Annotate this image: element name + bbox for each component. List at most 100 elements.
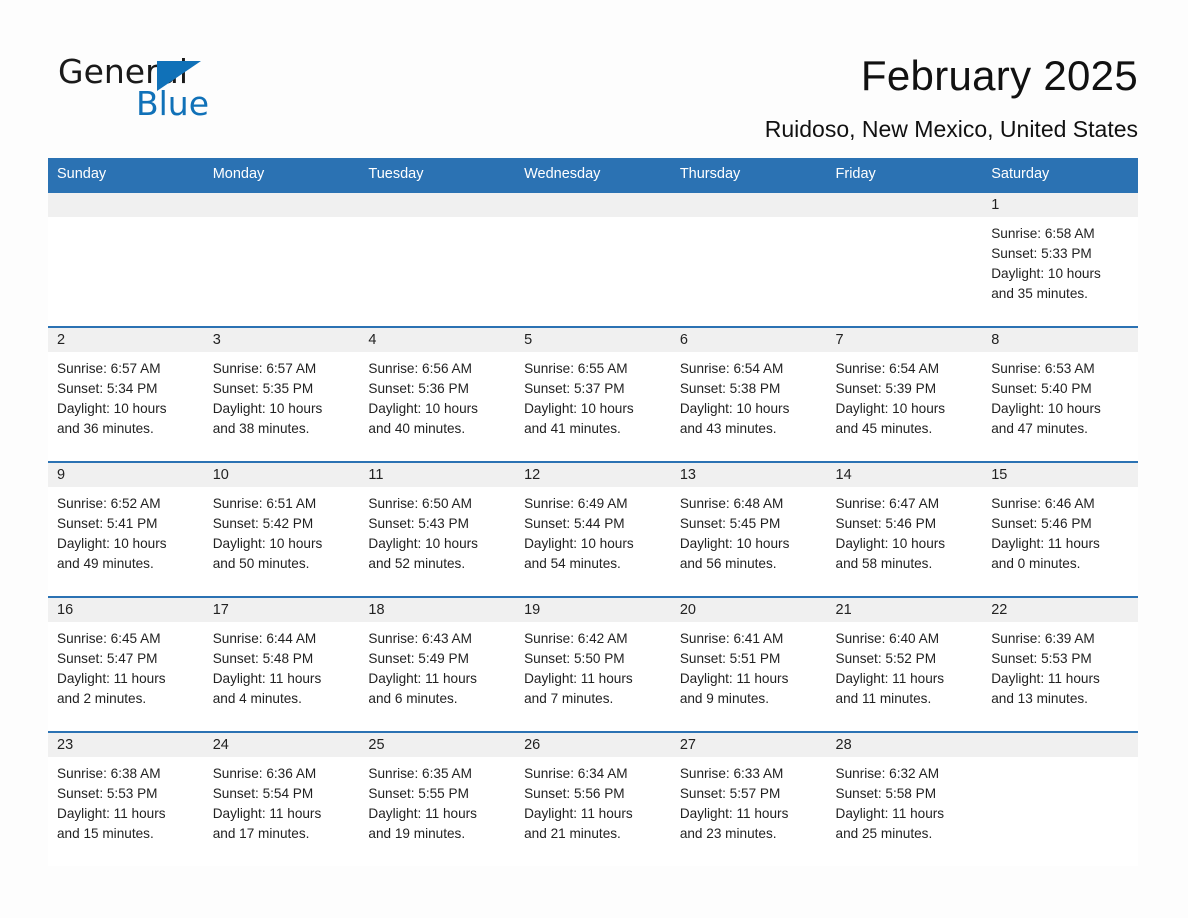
sunset-time: Sunset: 5:49 PM [368, 651, 469, 666]
calendar-day-cell[interactable]: 14 Sunrise: 6:47 AM Sunset: 5:46 PM Dayligh… [826, 461, 983, 597]
calendar-day-cell[interactable]: 2 Sunrise: 6:57 AM Sunset: 5:34 PM Daylight… [48, 326, 204, 462]
calendar-day-cell[interactable]: 6 Sunrise: 6:54 AM Sunset: 5:38 PM Daylight… [670, 326, 827, 462]
day-number: 12 [515, 463, 671, 487]
sunset-time: Sunset: 5:56 PM [524, 786, 625, 801]
daylight-duration-line1: Daylight: 11 hours [212, 671, 322, 686]
daylight-duration-line1: Daylight: 10 hours [57, 536, 167, 551]
daylight-duration-line2: and 58 minutes. [835, 556, 933, 571]
day-details: Sunrise: 6:43 AM Sunset: 5:49 PM Daylight:… [359, 622, 515, 709]
calendar-day-cell-empty [203, 191, 360, 327]
day-number: 17 [203, 598, 360, 622]
calendar-week-row: 23 Sunrise: 6:38 AM Sunset: 5:53 PM Dayligh… [48, 731, 1138, 866]
daylight-duration-line2: and 36 minutes. [57, 421, 154, 436]
calendar-week-row: 1 Sunrise: 6:58 AM Sunset: 5:33 PM Daylight… [48, 191, 1138, 327]
day-number: 24 [203, 733, 360, 757]
calendar-day-cell[interactable]: 19 Sunrise: 6:42 AM Sunset: 5:50 PM Dayligh… [515, 596, 671, 732]
calendar-day-cell[interactable]: 13 Sunrise: 6:48 AM Sunset: 5:45 PM Dayligh… [670, 461, 827, 597]
daylight-duration-line1: Daylight: 11 hours [524, 671, 633, 686]
weekday-header-thursday: Thursday [670, 158, 827, 192]
calendar-day-cell[interactable]: 21 Sunrise: 6:40 AM Sunset: 5:52 PM Dayligh… [826, 596, 983, 732]
sunset-time: Sunset: 5:47 PM [57, 651, 158, 666]
sunrise-time: Sunrise: 6:39 AM [991, 631, 1095, 646]
daylight-duration-line2: and 13 minutes. [991, 691, 1088, 706]
daylight-duration-line1: Daylight: 10 hours [368, 536, 478, 551]
sunrise-time: Sunrise: 6:35 AM [368, 766, 472, 781]
calendar-day-cell[interactable]: 3 Sunrise: 6:57 AM Sunset: 5:35 PM Daylight… [203, 326, 360, 462]
sunrise-time: Sunrise: 6:53 AM [991, 361, 1095, 376]
sunrise-time: Sunrise: 6:57 AM [212, 361, 317, 376]
daylight-duration-line2: and 19 minutes. [368, 826, 466, 841]
calendar-day-cell[interactable]: 11 Sunrise: 6:50 AM Sunset: 5:43 PM Dayligh… [359, 461, 516, 597]
calendar-week-row: 16 Sunrise: 6:45 AM Sunset: 5:47 PM Dayligh… [48, 596, 1138, 732]
daylight-duration-line2: and 35 minutes. [991, 286, 1088, 301]
weekday-header-sunday: Sunday [48, 158, 204, 192]
calendar-day-cell[interactable]: 23 Sunrise: 6:38 AM Sunset: 5:53 PM Dayligh… [48, 731, 204, 866]
sunrise-time: Sunrise: 6:33 AM [679, 766, 784, 781]
calendar-day-cell[interactable]: 8 Sunrise: 6:53 AM Sunset: 5:40 PM Daylight… [982, 326, 1138, 462]
calendar-day-cell[interactable]: 16 Sunrise: 6:45 AM Sunset: 5:47 PM Dayligh… [48, 596, 204, 732]
day-details: Sunrise: 6:57 AM Sunset: 5:35 PM Daylight:… [204, 352, 360, 439]
sunrise-time: Sunrise: 6:42 AM [524, 631, 628, 646]
sunset-time: Sunset: 5:55 PM [368, 786, 469, 801]
sunrise-time: Sunrise: 6:50 AM [368, 496, 472, 511]
day-number: 16 [48, 598, 204, 622]
day-details: Sunrise: 6:56 AM Sunset: 5:36 PM Daylight:… [359, 352, 515, 439]
daylight-duration-line2: and 38 minutes. [212, 421, 310, 436]
day-number: 21 [826, 598, 983, 622]
calendar-day-cell[interactable]: 27 Sunrise: 6:33 AM Sunset: 5:57 PM Dayligh… [670, 731, 827, 866]
daylight-duration-line2: and 40 minutes. [368, 421, 466, 436]
day-number: 6 [670, 328, 827, 352]
daylight-duration-line1: Daylight: 11 hours [835, 806, 945, 821]
day-number [826, 193, 983, 217]
calendar-day-cell[interactable]: 1 Sunrise: 6:58 AM Sunset: 5:33 PM Daylight… [982, 191, 1138, 327]
daylight-duration-line1: Daylight: 10 hours [212, 401, 323, 416]
calendar-day-cell[interactable]: 4 Sunrise: 6:56 AM Sunset: 5:36 PM Daylight… [359, 326, 516, 462]
day-details: Sunrise: 6:51 AM Sunset: 5:42 PM Daylight:… [204, 487, 360, 574]
day-number: 2 [48, 328, 204, 352]
weekday-header-wednesday: Wednesday [515, 158, 671, 192]
sunset-time: Sunset: 5:34 PM [57, 381, 158, 396]
day-details: Sunrise: 6:54 AM Sunset: 5:38 PM Daylight:… [671, 352, 827, 439]
calendar-day-cell[interactable]: 28 Sunrise: 6:32 AM Sunset: 5:58 PM Dayligh… [826, 731, 983, 866]
daylight-duration-line1: Daylight: 11 hours [57, 671, 166, 686]
calendar-day-cell[interactable]: 15 Sunrise: 6:46 AM Sunset: 5:46 PM Dayligh… [982, 461, 1138, 597]
calendar-day-cell[interactable]: 12 Sunrise: 6:49 AM Sunset: 5:44 PM Dayligh… [515, 461, 671, 597]
calendar-header-row: Sunday Monday Tuesday Wednesday Thursday… [48, 158, 1138, 192]
sunrise-time: Sunrise: 6:51 AM [212, 496, 317, 511]
calendar-day-cell[interactable]: 18 Sunrise: 6:43 AM Sunset: 5:49 PM Dayligh… [359, 596, 516, 732]
day-number: 4 [359, 328, 516, 352]
day-number: 28 [826, 733, 983, 757]
sunset-time: Sunset: 5:53 PM [57, 786, 158, 801]
calendar-day-cell[interactable]: 9 Sunrise: 6:52 AM Sunset: 5:41 PM Daylight… [48, 461, 204, 597]
calendar-day-cell[interactable]: 17 Sunrise: 6:44 AM Sunset: 5:48 PM Dayligh… [203, 596, 360, 732]
sunset-time: Sunset: 5:50 PM [524, 651, 625, 666]
daylight-duration-line1: Daylight: 10 hours [835, 401, 946, 416]
calendar-day-cell[interactable]: 26 Sunrise: 6:34 AM Sunset: 5:56 PM Dayligh… [515, 731, 671, 866]
daylight-duration-line1: Daylight: 11 hours [679, 671, 789, 686]
calendar-day-cell[interactable]: 5 Sunrise: 6:55 AM Sunset: 5:37 PM Daylight… [515, 326, 671, 462]
calendar-day-cell[interactable]: 10 Sunrise: 6:51 AM Sunset: 5:42 PM Dayligh… [203, 461, 360, 597]
calendar-day-cell[interactable]: 24 Sunrise: 6:36 AM Sunset: 5:54 PM Dayligh… [203, 731, 360, 866]
day-number: 8 [982, 328, 1138, 352]
day-number: 11 [359, 463, 516, 487]
day-details: Sunrise: 6:54 AM Sunset: 5:39 PM Daylight:… [827, 352, 983, 439]
sunset-time: Sunset: 5:46 PM [835, 516, 937, 531]
calendar-day-cell[interactable]: 25 Sunrise: 6:35 AM Sunset: 5:55 PM Dayligh… [359, 731, 516, 866]
day-details: Sunrise: 6:49 AM Sunset: 5:44 PM Daylight:… [515, 487, 671, 574]
day-number: 15 [982, 463, 1138, 487]
day-number [982, 733, 1138, 757]
general-blue-logo[interactable]: General Blue [58, 52, 318, 132]
daylight-duration-line1: Daylight: 10 hours [212, 536, 323, 551]
day-details: Sunrise: 6:41 AM Sunset: 5:51 PM Daylight:… [671, 622, 827, 709]
sunset-time: Sunset: 5:39 PM [835, 381, 937, 396]
sunset-time: Sunset: 5:44 PM [524, 516, 625, 531]
day-details: Sunrise: 6:40 AM Sunset: 5:52 PM Daylight:… [827, 622, 983, 709]
sunset-time: Sunset: 5:33 PM [991, 246, 1092, 261]
calendar-day-cell[interactable]: 7 Sunrise: 6:54 AM Sunset: 5:39 PM Daylight… [826, 326, 983, 462]
sunrise-time: Sunrise: 6:40 AM [835, 631, 940, 646]
daylight-duration-line1: Daylight: 11 hours [368, 806, 477, 821]
daylight-duration-line2: and 0 minutes. [991, 556, 1081, 571]
sunrise-time: Sunrise: 6:38 AM [57, 766, 161, 781]
calendar-day-cell[interactable]: 22 Sunrise: 6:39 AM Sunset: 5:53 PM Dayligh… [982, 596, 1138, 732]
calendar-day-cell[interactable]: 20 Sunrise: 6:41 AM Sunset: 5:51 PM Dayligh… [670, 596, 827, 732]
